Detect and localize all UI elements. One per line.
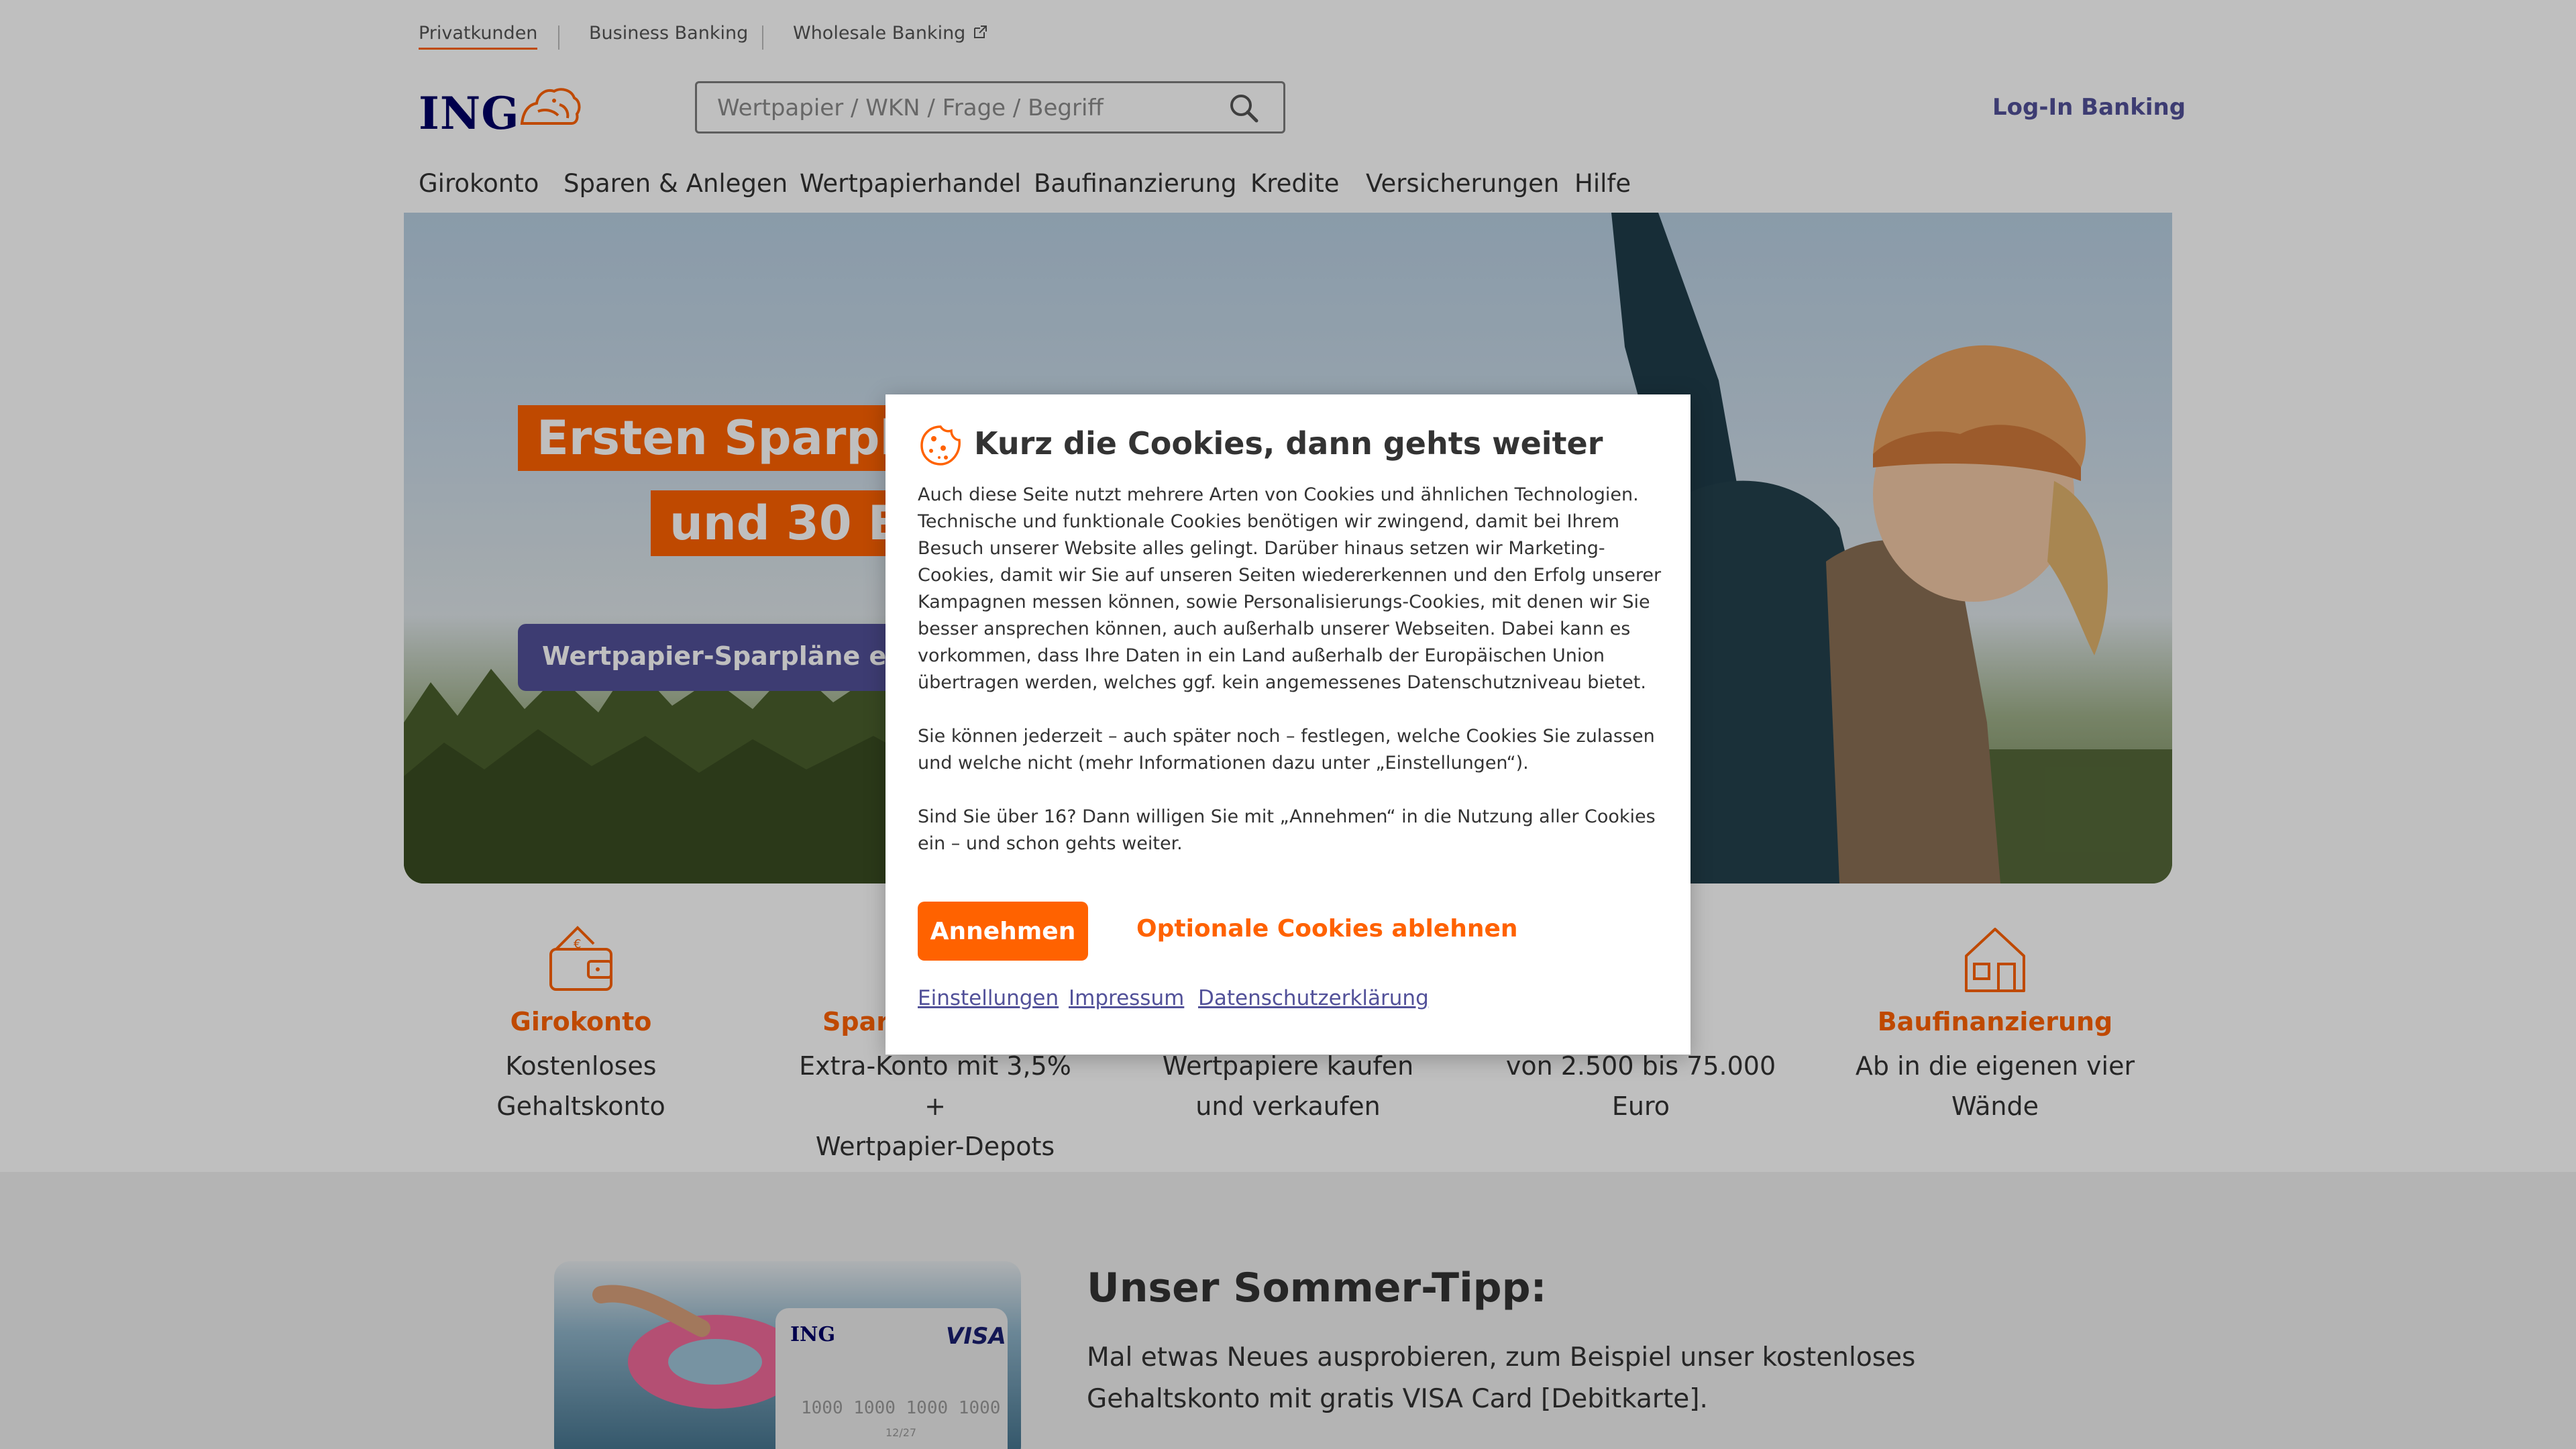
impressum-link[interactable]: Impressum [1069, 986, 1184, 1010]
cookie-icon [920, 425, 961, 466]
cookie-dialog: Kurz die Cookies, dann gehts weiter Auch… [885, 394, 1690, 1055]
cookie-title: Kurz die Cookies, dann gehts weiter [974, 425, 1603, 462]
privacy-policy-link[interactable]: Datenschutzerklärung [1198, 986, 1429, 1010]
cookie-paragraph: Sind Sie über 16? Dann willigen Sie mit … [918, 806, 1656, 854]
settings-link[interactable]: Einstellungen [918, 986, 1059, 1010]
cookie-body: Auch diese Seite nutzt mehrere Arten von… [918, 482, 1662, 884]
cookie-paragraph: Sie können jederzeit – auch später noch … [918, 726, 1655, 773]
cookie-paragraph: Auch diese Seite nutzt mehrere Arten von… [918, 484, 1662, 693]
accept-cookies-button[interactable]: Annehmen [918, 902, 1088, 961]
reject-optional-cookies-button[interactable]: Optionale Cookies ablehnen [1136, 915, 1518, 943]
